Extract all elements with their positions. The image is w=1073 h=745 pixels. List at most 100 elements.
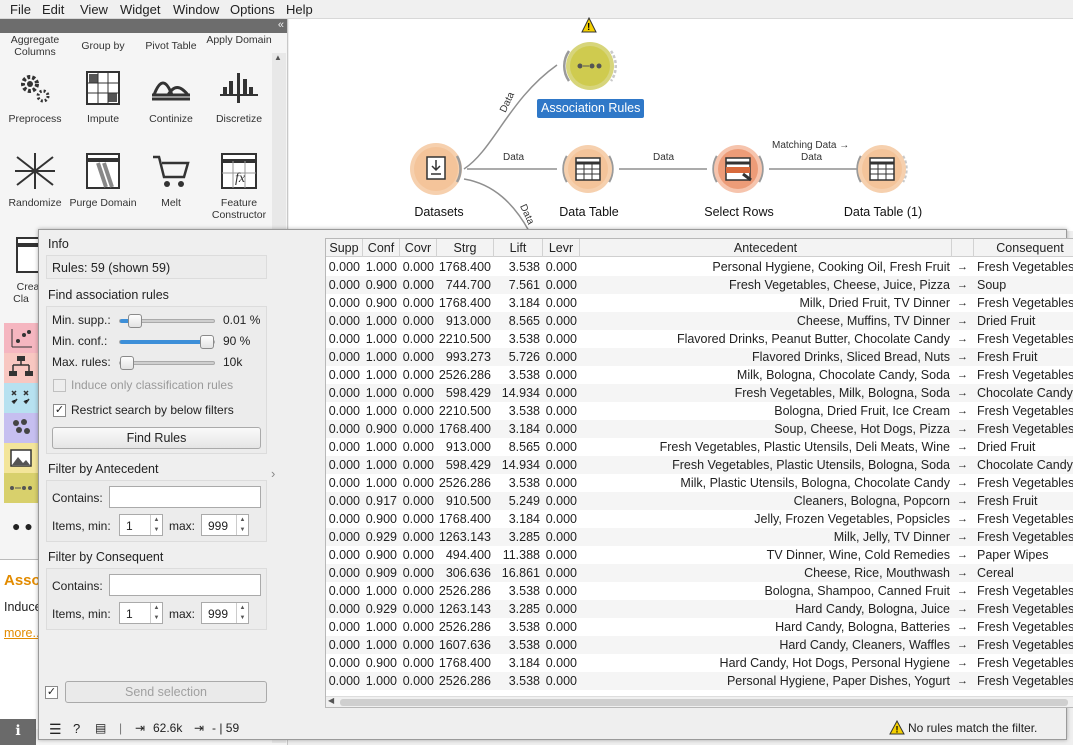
help-icon[interactable]: ? (73, 721, 80, 736)
category-evaluate[interactable] (4, 383, 38, 413)
tool-melt[interactable]: Melt (137, 151, 205, 209)
table-row[interactable]: 0.000 1.000 0.000 913.000 8.565 0.000 Fresh Ve… (326, 438, 1073, 456)
table-row[interactable]: 0.000 0.900 0.000 1768.400 3.184 0.000 Hard Ca… (326, 654, 1073, 672)
cell-metric: 3.538 (508, 332, 540, 346)
table-row[interactable]: 0.000 0.929 0.000 1263.143 3.285 0.000 Milk, J… (326, 528, 1073, 546)
menu-window[interactable]: Window (173, 2, 219, 17)
table-row[interactable]: 0.000 0.929 0.000 1263.143 3.285 0.000 Hard Ca… (326, 600, 1073, 618)
tool-randomize[interactable]: Randomize (1, 151, 69, 209)
spin-arrows-icon[interactable]: ▲ ▼ (236, 515, 248, 535)
table-row[interactable]: 0.000 0.900 0.000 744.700 7.561 0.000 Fresh Ve… (326, 276, 1073, 294)
header-consequent[interactable]: Consequent (974, 239, 1073, 257)
splitter-arrow-icon[interactable]: › (271, 466, 275, 481)
node-select-rows[interactable] (707, 140, 769, 201)
table-row[interactable]: 0.000 1.000 0.000 1768.400 3.538 0.000 Persona… (326, 258, 1073, 276)
tool-group-by[interactable]: Group by (69, 40, 137, 52)
min-confidence-slider[interactable] (119, 335, 215, 349)
antecedent-contains-input[interactable] (109, 486, 261, 508)
scroll-thumb[interactable] (340, 699, 1068, 706)
table-row[interactable]: 0.000 1.000 0.000 598.429 14.934 0.000 Fresh V… (326, 456, 1073, 474)
category-associate[interactable] (4, 473, 38, 503)
header-antecedent[interactable]: Antecedent (580, 239, 952, 257)
menu-icon[interactable]: ☰ (49, 721, 62, 738)
workflow-canvas[interactable]: Data Data Data Data Matching Data → Data… (289, 16, 1073, 231)
max-rules-slider[interactable] (119, 356, 215, 370)
tool-impute[interactable]: Impute (69, 69, 137, 125)
collapse-icon[interactable]: « (278, 19, 284, 31)
spin-arrows-icon[interactable]: ▲ ▼ (236, 603, 248, 623)
menu-file[interactable]: File (10, 2, 31, 17)
send-selection-button[interactable]: Send selection (65, 681, 267, 703)
table-row[interactable]: 0.000 1.000 0.000 993.273 5.726 0.000 Flavored… (326, 348, 1073, 366)
consequent-min-spinbox[interactable]: 1 ▲ ▼ (119, 602, 163, 624)
min-support-slider[interactable] (119, 314, 215, 328)
restrict-search-checkbox[interactable]: ✓ (53, 404, 66, 417)
table-row[interactable]: 0.000 0.900 0.000 494.400 11.388 0.000 TV Dinn… (326, 546, 1073, 564)
tool-create-class[interactable]: Crea Cla (1, 235, 41, 305)
consequent-contains-input[interactable] (109, 574, 261, 596)
node-data-table[interactable] (557, 140, 619, 201)
table-row[interactable]: 0.000 0.900 0.000 1768.400 3.184 0.000 Milk, D… (326, 294, 1073, 312)
spin-arrows-icon[interactable]: ▲ ▼ (150, 515, 162, 535)
table-row[interactable]: 0.000 1.000 0.000 2526.286 3.538 0.000 Milk, B… (326, 366, 1073, 384)
slider-handle[interactable] (120, 356, 134, 370)
menu-options[interactable]: Options (230, 2, 275, 17)
header-supp[interactable]: Supp (326, 239, 363, 257)
table-row[interactable]: 0.000 0.900 0.000 1768.400 3.184 0.000 Soup, C… (326, 420, 1073, 438)
rules-table[interactable]: Supp Conf Covr Strg Lift Levr Antecedent… (325, 238, 1073, 708)
category-image[interactable] (4, 443, 38, 473)
report-icon[interactable]: ▤ (95, 721, 106, 735)
header-covr[interactable]: Covr (400, 239, 437, 257)
horizontal-scrollbar[interactable]: ◀ ▶ (326, 696, 1073, 707)
node-data-table-1[interactable] (851, 140, 913, 201)
menu-help[interactable]: Help (286, 2, 313, 17)
menu-edit[interactable]: Edit (42, 2, 64, 17)
menu-widget[interactable]: Widget (120, 2, 160, 17)
table-row[interactable]: 0.000 0.900 0.000 1768.400 3.184 0.000 Jelly, … (326, 510, 1073, 528)
table-row[interactable]: 0.000 1.000 0.000 2526.286 3.538 0.000 Hard Ca… (326, 618, 1073, 636)
tool-continize[interactable]: Continize (137, 69, 205, 125)
header-lift[interactable]: Lift (494, 239, 543, 257)
cell-consequent: Fresh Vegetables (977, 404, 1073, 418)
table-row[interactable]: 0.000 1.000 0.000 2210.500 3.538 0.000 Flavore… (326, 330, 1073, 348)
tool-feature-constructor[interactable]: fx Feature Constructor (205, 151, 273, 221)
tool-aggregate-columns[interactable]: Aggregate Columns (1, 34, 69, 58)
header-levr[interactable]: Levr (543, 239, 580, 257)
category-visualize[interactable] (4, 323, 38, 353)
table-row[interactable]: 0.000 1.000 0.000 2526.286 3.538 0.000 Persona… (326, 672, 1073, 690)
tool-preprocess[interactable]: Preprocess (1, 69, 69, 125)
info-toggle-icon[interactable]: ℹ (0, 719, 36, 745)
slider-handle[interactable] (128, 314, 142, 328)
tool-pivot-table[interactable]: Pivot Table (137, 40, 205, 52)
antecedent-min-spinbox[interactable]: 1 ▲ ▼ (119, 514, 163, 536)
table-row[interactable]: 0.000 0.917 0.000 910.500 5.249 0.000 Cleaners… (326, 492, 1073, 510)
spin-arrows-icon[interactable]: ▲ ▼ (150, 603, 162, 623)
tool-apply-domain[interactable]: Apply Domain (205, 34, 273, 46)
table-row[interactable]: 0.000 1.000 0.000 2526.286 3.538 0.000 Milk, P… (326, 474, 1073, 492)
tool-discretize[interactable]: Discretize (205, 69, 273, 125)
category-model[interactable] (4, 353, 38, 383)
find-rules-button[interactable]: Find Rules (52, 427, 261, 449)
scroll-up-icon[interactable]: ▲ (274, 53, 282, 62)
table-row[interactable]: 0.000 1.000 0.000 1607.636 3.538 0.000 Hard Ca… (326, 636, 1073, 654)
table-row[interactable]: 0.000 1.000 0.000 598.429 14.934 0.000 Fresh V… (326, 384, 1073, 402)
auto-send-checkbox[interactable]: ✓ (45, 686, 58, 699)
scroll-left-icon[interactable]: ◀ (328, 696, 334, 705)
header-strg[interactable]: Strg (437, 239, 494, 257)
tool-purge-domain[interactable]: Purge Domain (69, 151, 137, 209)
consequent-max-spinbox[interactable]: 999 ▲ ▼ (201, 602, 249, 624)
table-row[interactable]: 0.000 1.000 0.000 2210.500 3.538 0.000 Bologna… (326, 402, 1073, 420)
category-unsupervised[interactable] (4, 413, 38, 443)
node-association-rules[interactable]: ! (557, 16, 623, 98)
table-row[interactable]: 0.000 1.000 0.000 2526.286 3.538 0.000 Bologna… (326, 582, 1073, 600)
table-row[interactable]: 0.000 0.909 0.000 306.636 16.861 0.000 Cheese,… (326, 564, 1073, 582)
header-conf[interactable]: Conf (363, 239, 400, 257)
menu-view[interactable]: View (80, 2, 108, 17)
node-datasets[interactable] (407, 140, 469, 201)
induce-classification-checkbox[interactable] (53, 379, 66, 392)
more-dots-icon[interactable]: ● ● (12, 518, 33, 534)
table-row[interactable]: 0.000 1.000 0.000 913.000 8.565 0.000 Cheese, … (326, 312, 1073, 330)
header-arrow[interactable] (952, 239, 974, 257)
antecedent-max-spinbox[interactable]: 999 ▲ ▼ (201, 514, 249, 536)
slider-handle[interactable] (200, 335, 214, 349)
